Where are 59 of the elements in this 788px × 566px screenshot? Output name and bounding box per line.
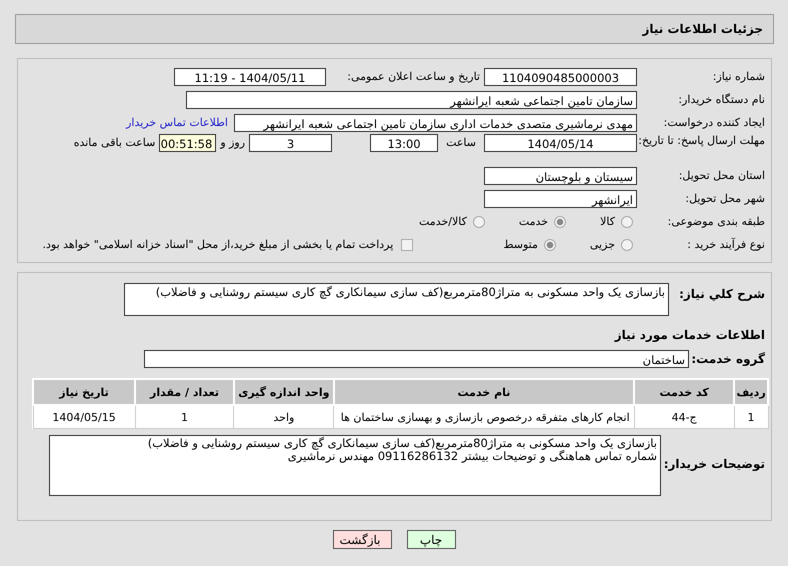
table-cell: انجام کارهای متفرقه درخصوص بازسازی و بهسازی ساختمان ها <box>334 405 634 428</box>
field-label: شهر محل تحویل: <box>684 192 765 205</box>
radio-label: متوسط <box>503 238 538 251</box>
column-header: ردیف <box>734 379 768 405</box>
buyer-notes-textarea[interactable]: بازسازی یک واحد مسکونی به متراژ80مترمربع(کف سازی سیمانکاری گچ کاری سیستم روشنایی و فاضلاب) شماره تماس هماهنگی و توضیحات بیشتر 09116286132 مهندس نرماشیری <box>49 435 661 496</box>
field-label: نام دستگاه خریدار: <box>677 93 765 106</box>
announce-date-field: 1404/05/11 - 11:19 <box>174 68 326 86</box>
page-title: جزئیات اطلاعات نیاز <box>642 22 763 36</box>
checkbox[interactable] <box>401 238 414 250</box>
radio-label: خدمت <box>518 215 548 228</box>
radio-button[interactable] <box>621 238 633 250</box>
column-header: کد خدمت <box>634 379 734 405</box>
notes-line: بازسازی یک واحد مسکونی به متراژ80مترمربع(کف سازی سیمانکاری گچ کاری سیستم روشنایی و فاضلاب) <box>146 437 657 450</box>
buyer-field: سازمان تامین اجتماعی شعبه ایرانشهر <box>186 90 637 108</box>
table-cell: 1 <box>135 405 234 428</box>
table-cell: ج-44 <box>634 405 734 428</box>
need-number-field: 1104090485000003 <box>484 68 637 86</box>
summary-textarea[interactable]: بازسازی یک واحد مسکونی به متراژ80مترمربع(کف سازی سیمانکاری گچ کاری سیستم روشنایی و فاضلاب) <box>124 283 669 316</box>
radio-label: کالا <box>600 215 615 228</box>
notes-line: شماره تماس هماهنگی و توضیحات بیشتر 09116286132 مهندس نرماشیری <box>288 450 657 463</box>
field-label: مهلت ارسال پاسخ: تا تاریخ: <box>637 134 765 148</box>
province-field: سیستان و بلوچستان <box>484 166 637 184</box>
field-label: توضیحات خریدار: <box>662 457 765 471</box>
field-label: نوع فرآیند خرید : <box>686 238 765 251</box>
radio-button[interactable] <box>554 216 566 228</box>
requester-field: مهدی نرماشیری متصدی خدمات اداری سازمان تامین اجتماعی شعبه ایرانشهر <box>234 114 637 132</box>
section-heading: اطلاعات خدمات مورد نیاز <box>614 328 765 342</box>
column-header: واحد اندازه گیری <box>234 379 334 405</box>
deadline-date-field: 1404/05/14 <box>484 134 637 152</box>
field-label: طبقه بندی موضوعی: <box>666 215 765 228</box>
days-label: روز و <box>218 135 246 151</box>
remaining-time-field: 00:51:58 <box>159 134 216 152</box>
radio-button[interactable] <box>472 216 485 228</box>
deadline-time-field: 13:00 <box>370 134 438 152</box>
radio-button[interactable] <box>621 216 633 228</box>
back-button[interactable]: بازگشت <box>332 530 392 549</box>
field-label: شرح کلي نياز: <box>678 287 765 301</box>
column-header: نام خدمت <box>334 379 634 405</box>
radio-button[interactable] <box>544 238 556 250</box>
column-header: تعداد / مقدار <box>135 379 234 405</box>
remaining-label: ساعت باقی مانده <box>72 135 156 151</box>
time-label: ساعت <box>445 135 477 151</box>
field-label: استان محل تحویل: <box>678 169 765 182</box>
table-cell: 1404/05/15 <box>33 405 136 428</box>
service-group-field: ساختمان <box>144 350 689 368</box>
table-cell: 1 <box>734 405 768 428</box>
checkbox-label: پرداخت تمام یا بخشی از مبلغ خرید،از محل "اسناد خزانه اسلامی" خواهد بود. <box>42 238 394 251</box>
print-button[interactable]: چاپ <box>406 530 456 549</box>
radio-label: جزیی <box>590 238 615 251</box>
column-header: تاریخ نیاز <box>33 379 136 405</box>
field-label: گروه خدمت: <box>690 352 765 366</box>
radio-label: کالا/خدمت <box>419 215 467 228</box>
table-cell: واحد <box>234 405 334 428</box>
field-label: ایجاد کننده درخواست: <box>662 116 765 129</box>
days-field: 3 <box>249 134 332 152</box>
city-field: ایرانشهر <box>484 190 637 208</box>
buyer-contact-link[interactable]: اطلاعات تماس خریدار <box>126 116 234 129</box>
field-label: تاریخ و ساعت اعلان عمومی: <box>346 70 481 83</box>
field-label: شماره نیاز: <box>712 70 765 83</box>
